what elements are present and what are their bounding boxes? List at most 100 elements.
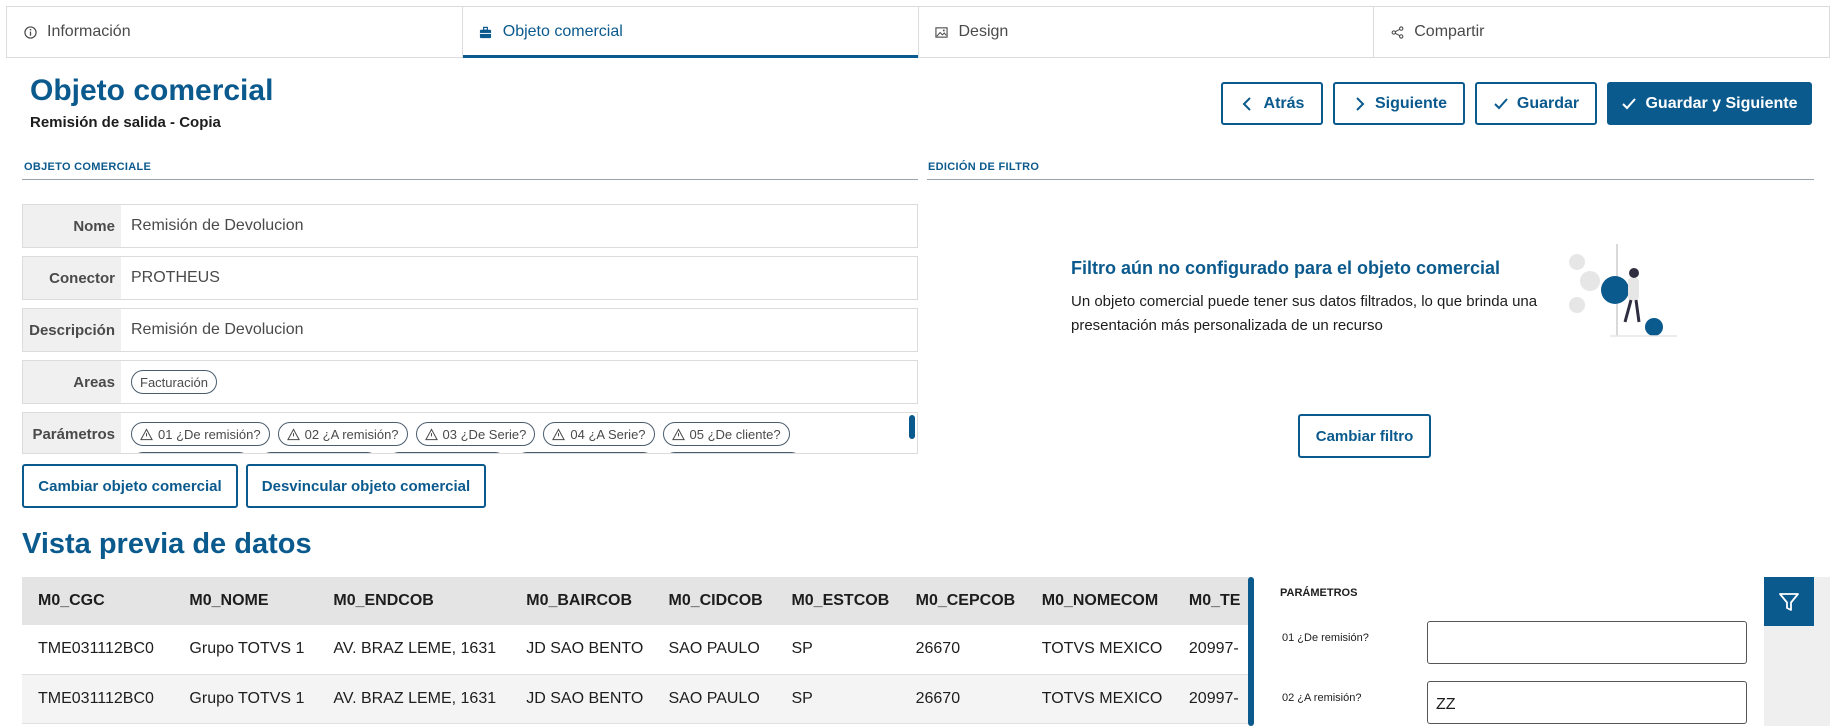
table-cell: SAO PAULO: [652, 625, 776, 675]
empty-filter-illustration: [1569, 244, 1677, 337]
name-value: Remisión de Devolucion: [131, 217, 304, 234]
connector-label: Conector: [23, 257, 121, 299]
params-value: 01 ¿De remisión? 02 ¿A remisión? 03 ¿De …: [121, 413, 917, 453]
change-filter-label: Cambiar filtro: [1315, 427, 1414, 445]
change-filter-button[interactable]: Cambiar filtro: [1298, 414, 1431, 458]
unlink-business-object-button[interactable]: Desvincular objeto comercial: [246, 464, 486, 508]
check-icon: [1622, 97, 1637, 109]
table-cell: TME031112BC0: [22, 625, 174, 675]
save-button-label: Guardar: [1516, 94, 1580, 112]
table-cell: TME031112BC0: [22, 674, 174, 724]
column-header[interactable]: M0_CIDCOB: [652, 577, 776, 625]
param-chip: 02 ¿A remisión?: [277, 422, 408, 446]
param-chip-overflow: [387, 452, 507, 453]
unlink-business-object-label: Desvincular objeto comercial: [261, 477, 471, 495]
param-input-de-remision[interactable]: [1427, 621, 1747, 664]
param-chip-overflow: [131, 452, 251, 453]
warning-icon: [140, 427, 153, 440]
table-cell: Grupo TOTVS 1: [173, 674, 318, 724]
column-header[interactable]: M0_CEPCOB: [899, 577, 1026, 625]
areas-row: Areas Facturación: [22, 360, 918, 404]
briefcase-icon: [479, 25, 493, 39]
param-chip-overflow: [515, 452, 655, 453]
divider: [22, 179, 918, 180]
warning-icon: [552, 427, 566, 440]
area-chip: Facturación: [131, 370, 217, 394]
tab-label: Objeto comercial: [502, 23, 623, 40]
save-button[interactable]: Guardar: [1475, 82, 1597, 125]
column-header[interactable]: M0_ESTCOB: [775, 577, 900, 625]
filter-toggle-button[interactable]: [1764, 577, 1814, 626]
table-cell: Grupo TOTVS 1: [173, 625, 318, 675]
save-and-next-button-label: Guardar y Siguiente: [1645, 94, 1798, 112]
params-scrollbar[interactable]: [909, 415, 915, 439]
column-header[interactable]: M0_NOME: [173, 577, 318, 625]
table-cell: JD SAO BENTO: [510, 674, 653, 724]
param-chip: 04 ¿A Serie?: [543, 422, 655, 446]
name-row: Nome Remisión de Devolucion: [22, 204, 918, 248]
business-object-section-label: OBJETO COMERCIALE: [24, 161, 152, 173]
param-chip: 01 ¿De remisión?: [131, 422, 270, 446]
filter-icon: [1779, 592, 1799, 611]
table-cell: AV. BRAZ LEME, 1631: [317, 674, 511, 724]
table-cell: 26670: [899, 674, 1026, 724]
table-cell: AV. BRAZ LEME, 1631: [317, 625, 511, 675]
filter-empty-title: Filtro aún no configurado para el objeto…: [1071, 258, 1501, 278]
param-input-a-remision[interactable]: ZZ: [1427, 681, 1747, 724]
table-cell: SP: [775, 625, 900, 675]
save-and-next-button[interactable]: Guardar y Siguiente: [1607, 82, 1812, 125]
param-field-label: 01 ¿De remisión?: [1282, 632, 1369, 644]
next-button-label: Siguiente: [1374, 94, 1447, 112]
params-label: Parámetros: [23, 413, 121, 453]
description-label: Descripción: [23, 309, 121, 351]
filter-empty-description: Un objeto comercial puede tener sus dato…: [1071, 293, 1538, 334]
description-row: Descripción Remisión de Devolucion: [22, 308, 918, 352]
back-button-label: Atrás: [1263, 94, 1305, 112]
column-header[interactable]: M0_NOMECOM: [1025, 577, 1173, 625]
column-header[interactable]: M0_BAIRCOB: [510, 577, 653, 625]
next-button[interactable]: Siguiente: [1333, 82, 1465, 125]
table-cell: TOTVS MEXICO: [1025, 674, 1173, 724]
param-chip-overflow: [259, 452, 379, 453]
data-preview-table: M0_CGC M0_NOME M0_ENDCOB M0_BAIRCOB M0_C…: [22, 577, 1252, 726]
tab-label: Información: [47, 23, 131, 40]
warning-icon: [424, 427, 438, 440]
tab-objeto-comercial[interactable]: Objeto comercial: [462, 7, 919, 58]
table-cell: 20997-: [1172, 674, 1252, 724]
back-button[interactable]: Atrás: [1221, 82, 1323, 125]
image-icon: [935, 25, 949, 39]
change-business-object-button[interactable]: Cambiar objeto comercial: [22, 464, 238, 508]
column-header[interactable]: M0_CGC: [22, 577, 174, 625]
tab-bar: Información Objeto comercial Design Comp…: [6, 6, 1830, 58]
table-row: TME031112BC0 Grupo TOTVS 1 AV. BRAZ LEME…: [22, 625, 1252, 675]
column-header[interactable]: M0_ENDCOB: [317, 577, 511, 625]
divider: [927, 179, 1814, 180]
connector-row: Conector PROTHEUS: [22, 256, 918, 300]
param-chip: 03 ¿De Serie?: [415, 422, 536, 446]
warning-icon: [671, 427, 685, 440]
table-cell: 20997-: [1172, 625, 1252, 675]
filter-section-label: EDICIÓN DE FILTRO: [928, 161, 1040, 173]
table-header-row: M0_CGC M0_NOME M0_ENDCOB M0_BAIRCOB M0_C…: [22, 577, 1252, 625]
table-cell: SP: [775, 674, 900, 724]
table-row: TME031112BC0 Grupo TOTVS 1 AV. BRAZ LEME…: [22, 674, 1252, 724]
parameters-panel-title: PARÁMETROS: [1280, 587, 1358, 599]
tab-label: Design: [958, 23, 1009, 40]
tab-informacion[interactable]: Información: [7, 7, 463, 57]
areas-label: Areas: [23, 361, 121, 403]
tab-compartir[interactable]: Compartir: [1374, 7, 1829, 57]
share-icon: [1390, 25, 1404, 39]
chevron-left-icon: [1242, 96, 1251, 111]
check-icon: [1494, 97, 1508, 109]
param-chip-overflow: [663, 452, 803, 453]
description-value: Remisión de Devolucion: [131, 321, 304, 338]
preview-title: Vista previa de datos: [22, 528, 312, 560]
connector-value: PROTHEUS: [131, 269, 220, 286]
info-icon: [23, 25, 37, 39]
table-cell: JD SAO BENTO: [510, 625, 653, 675]
tab-design[interactable]: Design: [919, 7, 1375, 57]
column-header[interactable]: M0_TE: [1172, 577, 1252, 625]
tab-label: Compartir: [1414, 23, 1485, 40]
chevron-right-icon: [1356, 96, 1365, 111]
page-title: Objeto comercial: [30, 74, 274, 107]
